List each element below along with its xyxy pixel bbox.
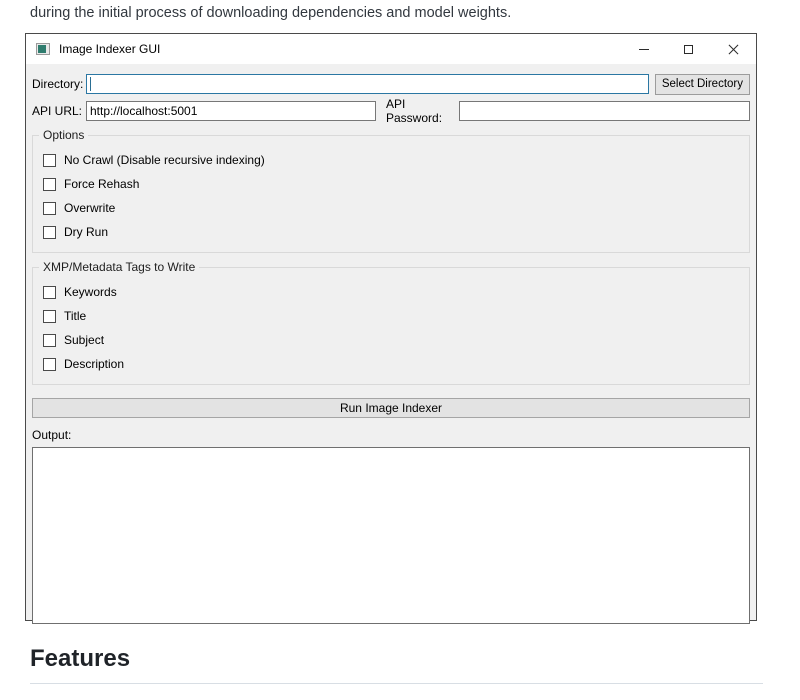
checkbox-no-crawl[interactable]: No Crawl (Disable recursive indexing): [37, 148, 745, 172]
documentation-page: during the initial process of downloadin…: [0, 0, 800, 700]
checkbox-title[interactable]: Title: [37, 304, 745, 328]
checkbox-dry-run[interactable]: Dry Run: [37, 220, 745, 244]
checkbox-label: Title: [64, 309, 86, 323]
close-icon: [727, 43, 740, 56]
checkbox-label: Subject: [64, 333, 104, 347]
app-window: Image Indexer GUI Directory: Select Dire…: [25, 33, 757, 621]
minimize-icon: [639, 49, 649, 50]
checkbox-box[interactable]: [43, 334, 56, 347]
maximize-button[interactable]: [666, 34, 711, 64]
select-directory-button[interactable]: Select Directory: [655, 74, 750, 95]
minimize-button[interactable]: [621, 34, 666, 64]
close-button[interactable]: [711, 34, 756, 64]
xmp-group: XMP/Metadata Tags to Write Keywords Titl…: [32, 260, 750, 385]
run-image-indexer-button[interactable]: Run Image Indexer: [32, 398, 750, 418]
checkbox-label: Dry Run: [64, 225, 108, 239]
checkbox-label: No Crawl (Disable recursive indexing): [64, 153, 265, 167]
api-password-input[interactable]: [459, 101, 750, 121]
checkbox-box[interactable]: [43, 226, 56, 239]
api-password-label: API Password:: [386, 97, 459, 125]
window-controls: [621, 34, 756, 64]
app-image-icon: [36, 43, 50, 55]
checkbox-box[interactable]: [43, 154, 56, 167]
checkbox-box[interactable]: [43, 202, 56, 215]
window-client-area: Directory: Select Directory API URL: API…: [26, 64, 756, 624]
api-url-input[interactable]: [86, 101, 376, 121]
maximize-icon: [684, 45, 693, 54]
window-title: Image Indexer GUI: [59, 42, 160, 56]
app-icon-glyph: [38, 45, 46, 53]
directory-input[interactable]: [86, 74, 649, 94]
checkbox-label: Keywords: [64, 285, 117, 299]
checkbox-label: Overwrite: [64, 201, 115, 215]
api-url-label: API URL:: [32, 104, 86, 118]
options-group: Options No Crawl (Disable recursive inde…: [32, 128, 750, 253]
options-group-title: Options: [39, 128, 88, 142]
window-titlebar[interactable]: Image Indexer GUI: [26, 34, 756, 64]
output-label: Output:: [32, 428, 750, 442]
api-row: API URL: API Password:: [32, 101, 750, 121]
checkbox-keywords[interactable]: Keywords: [37, 280, 745, 304]
directory-row: Directory: Select Directory: [32, 73, 750, 95]
directory-label: Directory:: [32, 77, 86, 91]
text-caret: [90, 77, 91, 91]
intro-text: during the initial process of downloadin…: [0, 0, 800, 23]
checkbox-force-rehash[interactable]: Force Rehash: [37, 172, 745, 196]
xmp-group-title: XMP/Metadata Tags to Write: [39, 260, 199, 274]
checkbox-subject[interactable]: Subject: [37, 328, 745, 352]
checkbox-label: Force Rehash: [64, 177, 139, 191]
checkbox-description[interactable]: Description: [37, 352, 745, 376]
features-heading: Features: [30, 645, 763, 684]
output-textarea[interactable]: [32, 447, 750, 624]
checkbox-box[interactable]: [43, 310, 56, 323]
checkbox-box[interactable]: [43, 358, 56, 371]
checkbox-box[interactable]: [43, 286, 56, 299]
checkbox-overwrite[interactable]: Overwrite: [37, 196, 745, 220]
checkbox-box[interactable]: [43, 178, 56, 191]
checkbox-label: Description: [64, 357, 124, 371]
